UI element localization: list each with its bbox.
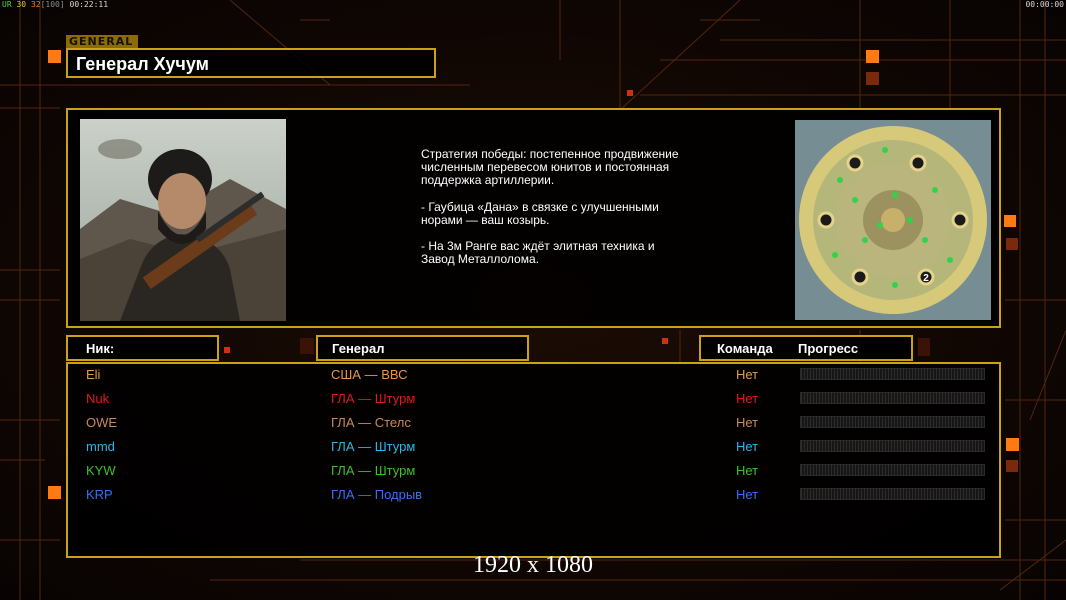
fps-cap: [100] <box>40 0 65 9</box>
player-general: ГЛА — Штурм <box>331 391 416 406</box>
player-nick: KYW <box>86 463 116 478</box>
header-progress-label: Прогресс <box>798 341 859 356</box>
player-progress-bar <box>800 416 985 428</box>
map-player-marker: 2 <box>923 273 929 284</box>
strategy-description: Стратегия победы: постепенное продвижени… <box>421 147 681 279</box>
general-tag: GENERAL <box>66 35 138 49</box>
player-nick: Eli <box>86 367 101 382</box>
player-team: Нет <box>736 415 759 430</box>
fps-overlay: UR 30 32[100] 00:22:11 <box>2 0 108 9</box>
player-row: OWE ГЛА — Стелс Нет <box>68 412 999 436</box>
player-general: США — ВВС <box>331 367 408 382</box>
header-team-progress: Команда Прогресс <box>699 335 913 361</box>
header-team-label: Команда <box>717 341 773 356</box>
fps-value: 30 <box>16 0 27 9</box>
general-portrait <box>80 119 286 321</box>
timer: 00:00:00 <box>1025 0 1064 9</box>
player-general: ГЛА — Стелс <box>331 415 411 430</box>
player-row: KRP ГЛА — Подрыв Нет <box>68 484 999 508</box>
player-nick: Nuk <box>86 391 110 406</box>
player-general: ГЛА — Штурм <box>331 439 416 454</box>
player-row: KYW ГЛА — Штурм Нет <box>68 460 999 484</box>
player-progress-bar <box>800 488 985 500</box>
player-team: Нет <box>736 463 759 478</box>
hud-tag: UR <box>2 0 12 9</box>
player-team: Нет <box>736 391 759 406</box>
player-progress-bar <box>800 440 985 452</box>
header-general: Генерал <box>316 335 529 361</box>
player-row: Eli США — ВВС Нет <box>68 364 999 388</box>
player-general: ГЛА — Подрыв <box>331 487 423 502</box>
player-general: ГЛА — Штурм <box>331 463 416 478</box>
player-list: Eli США — ВВС Нет Nuk ГЛА — Штурм Нет OW… <box>66 362 1001 558</box>
general-title-box: Генерал Хучум <box>66 48 436 78</box>
map-preview: 2 <box>795 120 991 320</box>
fps-max: 32 <box>30 0 41 9</box>
strategy-paragraph: Стратегия победы: постепенное продвижени… <box>421 147 679 188</box>
player-progress-bar <box>800 464 985 476</box>
player-nick: mmd <box>86 439 115 454</box>
player-nick: KRP <box>86 487 113 502</box>
general-name: Генерал Хучум <box>76 54 209 74</box>
player-progress-bar <box>800 392 985 404</box>
header-general-label: Генерал <box>332 341 385 356</box>
player-team: Нет <box>736 487 759 502</box>
general-info-panel: Стратегия победы: постепенное продвижени… <box>66 108 1001 328</box>
strategy-paragraph: - Гаубица «Дана» в связке с улучшенными … <box>421 199 659 227</box>
player-nick: OWE <box>86 415 118 430</box>
player-row: mmd ГЛА — Штурм Нет <box>68 436 999 460</box>
clock: 00:22:11 <box>69 0 109 9</box>
header-nick-label: Ник: <box>86 341 115 356</box>
player-team: Нет <box>736 367 759 382</box>
header-nick: Ник: <box>66 335 219 361</box>
strategy-paragraph: - На 3м Ранге вас ждёт элитная техника и… <box>421 239 655 267</box>
resolution-label: 1920 x 1080 <box>473 552 593 578</box>
player-team: Нет <box>736 439 759 454</box>
player-row: Nuk ГЛА — Штурм Нет <box>68 388 999 412</box>
player-progress-bar <box>800 368 985 380</box>
